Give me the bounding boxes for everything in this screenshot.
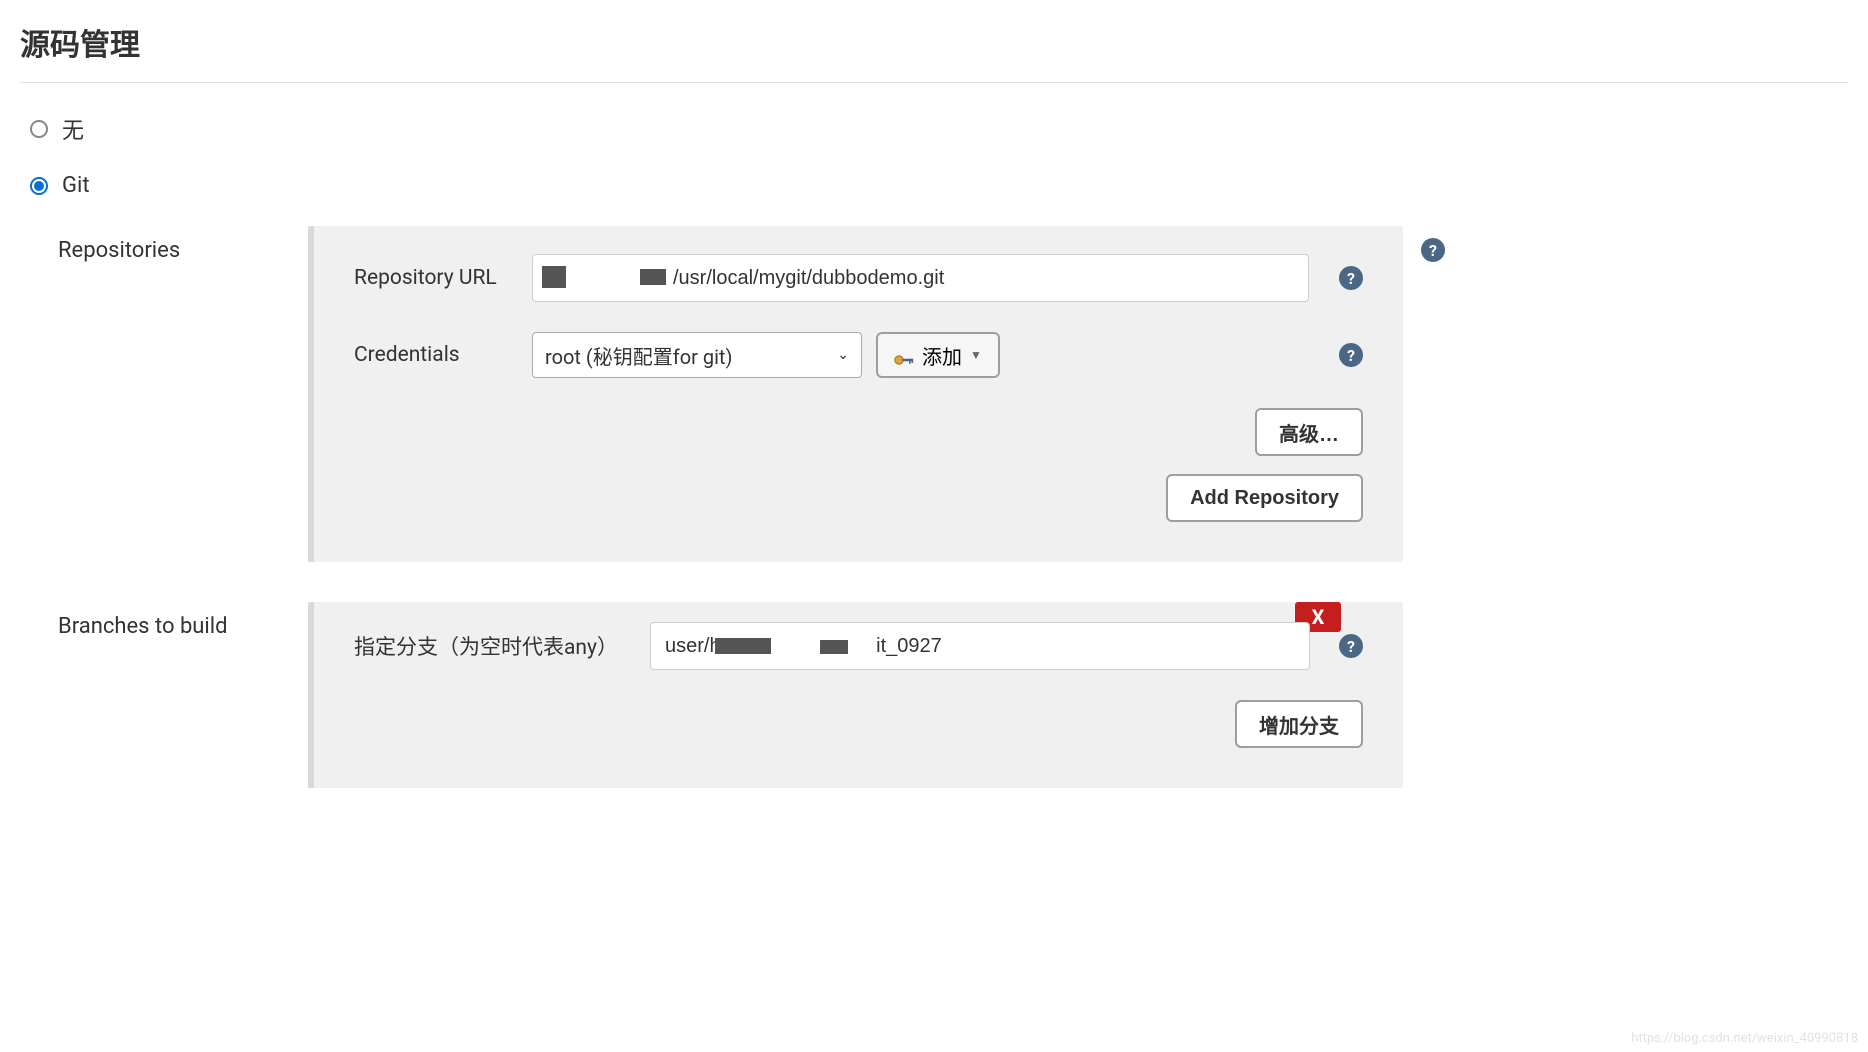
repository-url-row: Repository URL ? [354, 254, 1363, 302]
repo-buttons: 高级… Add Repository [354, 408, 1363, 522]
scm-option-none-label: 无 [62, 113, 84, 145]
radio-icon-selected [30, 177, 48, 195]
credentials-selected-value: root (秘钥配置for git) [545, 341, 732, 370]
caret-down-icon: ▼ [970, 348, 982, 362]
help-icon[interactable]: ? [1339, 266, 1363, 290]
credentials-label: Credentials [354, 343, 532, 367]
advanced-button[interactable]: 高级… [1255, 408, 1363, 456]
branch-buttons: 增加分支 [354, 700, 1363, 748]
scm-option-git[interactable]: Git [30, 173, 1848, 198]
repository-url-label: Repository URL [354, 266, 532, 290]
add-credentials-label: 添加 [922, 341, 962, 370]
watermark: https://blog.csdn.net/weixin_40990818 [1631, 1031, 1858, 1046]
credentials-select[interactable]: root (秘钥配置for git) ⌄ [532, 332, 862, 378]
branches-row: Branches to build X 指定分支（为空时代表any） ? 增加分… [20, 602, 1848, 788]
branches-panel: X 指定分支（为空时代表any） ? 增加分支 [308, 602, 1403, 788]
key-icon [894, 349, 914, 361]
radio-icon [30, 120, 48, 138]
scm-radio-group: 无 Git [20, 113, 1848, 198]
scm-option-none[interactable]: 无 [30, 113, 1848, 145]
repositories-label: Repositories [58, 226, 308, 562]
branches-label: Branches to build [58, 602, 308, 788]
help-icon[interactable]: ? [1339, 343, 1363, 367]
add-credentials-button[interactable]: 添加 ▼ [876, 332, 1000, 378]
repositories-panel: ? Repository URL ? Credentials root (秘钥配… [308, 226, 1403, 562]
redacted-block [542, 266, 566, 288]
branch-spec-row: 指定分支（为空时代表any） ? [354, 622, 1363, 670]
redacted-block [820, 640, 848, 654]
redacted-block [640, 269, 666, 285]
repositories-row: Repositories ? Repository URL ? Credenti… [20, 226, 1848, 562]
branch-spec-label: 指定分支（为空时代表any） [354, 631, 650, 661]
add-repository-button[interactable]: Add Repository [1166, 474, 1363, 522]
scm-option-git-label: Git [62, 173, 90, 198]
chevron-down-icon: ⌄ [837, 347, 849, 363]
help-icon[interactable]: ? [1421, 238, 1445, 262]
help-icon[interactable]: ? [1339, 634, 1363, 658]
section-title: 源码管理 [20, 20, 1848, 83]
add-branch-button[interactable]: 增加分支 [1235, 700, 1363, 748]
redacted-block [715, 638, 771, 654]
credentials-row: Credentials root (秘钥配置for git) ⌄ 添加 ▼ ? [354, 332, 1363, 378]
